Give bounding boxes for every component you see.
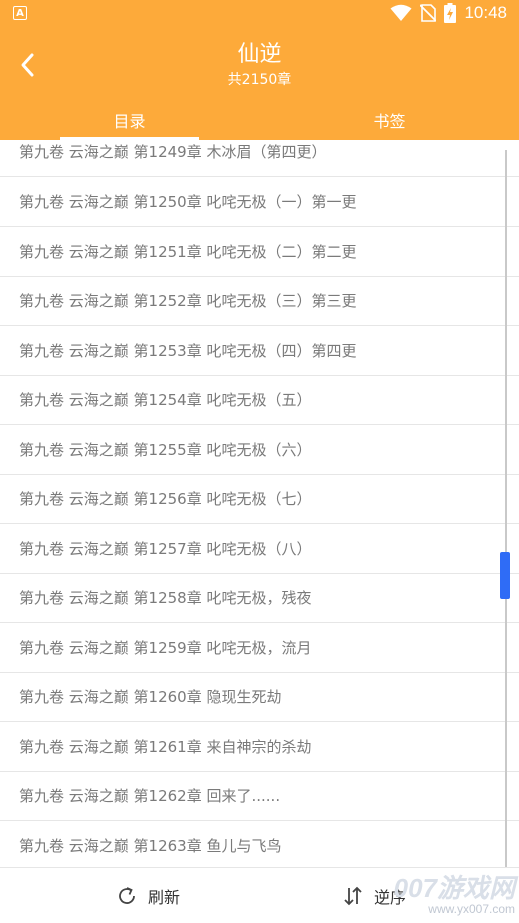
watermark-url: www.yx007.com bbox=[428, 902, 515, 916]
tab-contents[interactable]: 目录 bbox=[0, 104, 259, 140]
status-bar: A 10:48 bbox=[0, 0, 519, 28]
watermark-logo: 007游戏网 www.yx007.com bbox=[345, 874, 515, 916]
chapter-count: 共2150章 bbox=[227, 72, 292, 88]
chapter-row[interactable]: 第九卷 云海之巅 第1251章 叱咤无极（二）第二更 bbox=[0, 228, 519, 277]
tab-bar: 目录 书签 bbox=[0, 104, 519, 140]
chapter-row[interactable]: 第九卷 云海之巅 第1254章 叱咤无极（五） bbox=[0, 376, 519, 425]
chapter-list[interactable]: 第九卷 云海之巅 第1249章 木冰眉（第四更） 第九卷 云海之巅 第1250章 … bbox=[0, 140, 519, 867]
chapter-row[interactable]: 第九卷 云海之巅 第1256章 叱咤无极（七） bbox=[0, 475, 519, 524]
watermark-text: 007游戏网 bbox=[393, 873, 515, 903]
wifi-icon bbox=[390, 4, 412, 21]
chapter-row[interactable]: 第九卷 云海之巅 第1255章 叱咤无极（六） bbox=[0, 426, 519, 475]
app-notification-icon: A bbox=[13, 6, 27, 20]
no-sim-icon bbox=[420, 4, 437, 22]
chapter-row[interactable]: 第九卷 云海之巅 第1253章 叱咤无极（四）第四更 bbox=[0, 327, 519, 376]
refresh-button[interactable]: 刷新 bbox=[116, 868, 180, 923]
tab-bookmarks[interactable]: 书签 bbox=[260, 104, 519, 140]
chapter-row[interactable]: 第九卷 云海之巅 第1250章 叱咤无极（一）第一更 bbox=[0, 178, 519, 227]
chapter-row[interactable]: 第九卷 云海之巅 第1259章 叱咤无极，流月 bbox=[0, 624, 519, 673]
chapter-row[interactable]: 第九卷 云海之巅 第1258章 叱咤无极，残夜 bbox=[0, 574, 519, 623]
status-time: 10:48 bbox=[464, 3, 507, 22]
app-header: A 10:48 仙逆 共2150章 目录 书签 bbox=[0, 0, 519, 140]
chapter-row[interactable]: 第九卷 云海之巅 第1257章 叱咤无极（八） bbox=[0, 525, 519, 574]
chapter-row[interactable]: 第九卷 云海之巅 第1249章 木冰眉（第四更） bbox=[0, 140, 519, 177]
scrollbar-thumb[interactable] bbox=[500, 552, 510, 599]
chapter-row[interactable]: 第九卷 云海之巅 第1261章 来自神宗的杀劫 bbox=[0, 723, 519, 772]
chapter-row[interactable]: 第九卷 云海之巅 第1263章 鱼儿与飞鸟 bbox=[0, 822, 519, 867]
scrollbar-track[interactable] bbox=[505, 150, 507, 867]
refresh-label: 刷新 bbox=[148, 887, 181, 907]
chapter-row[interactable]: 第九卷 云海之巅 第1262章 回来了...... bbox=[0, 772, 519, 821]
refresh-icon bbox=[119, 886, 135, 904]
chapter-row[interactable]: 第九卷 云海之巅 第1252章 叱咤无极（三）第三更 bbox=[0, 277, 519, 326]
book-title: 仙逆 bbox=[237, 42, 282, 67]
chapter-row[interactable]: 第九卷 云海之巅 第1260章 隐现生死劫 bbox=[0, 673, 519, 722]
battery-charging-icon bbox=[444, 3, 457, 23]
